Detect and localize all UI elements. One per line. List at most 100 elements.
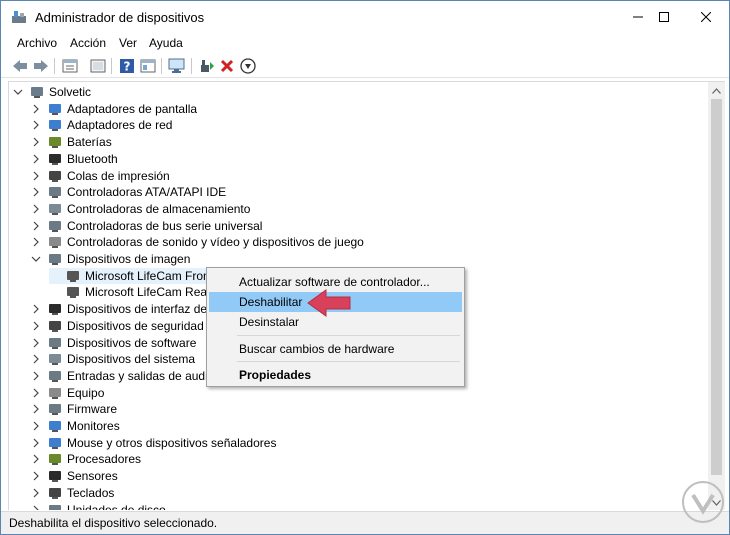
chevron-right-icon[interactable] bbox=[31, 438, 41, 448]
chevron-down-icon[interactable] bbox=[13, 87, 23, 97]
chevron-right-icon[interactable] bbox=[31, 204, 41, 214]
tree-node-category-after-6[interactable]: Firmware bbox=[31, 401, 117, 417]
menu-ayuda[interactable]: Ayuda bbox=[149, 36, 183, 50]
ctx-scan-hardware[interactable]: Buscar cambios de hardware bbox=[209, 339, 462, 359]
device-category-icon bbox=[49, 487, 61, 499]
tree-node-label: Controladoras de bus serie universal bbox=[67, 218, 263, 233]
tree-node-category-3[interactable]: Bluetooth bbox=[31, 151, 118, 167]
tree-node-category-after-1[interactable]: Dispositivos de seguridad bbox=[31, 318, 204, 334]
device-category-icon bbox=[49, 304, 61, 316]
chevron-right-icon[interactable] bbox=[31, 471, 41, 481]
tree-node-category-0[interactable]: Adaptadores de pantalla bbox=[31, 101, 197, 117]
device-category-icon bbox=[49, 387, 61, 399]
chevron-right-icon[interactable] bbox=[31, 154, 41, 164]
tree-node-child-0[interactable]: Microsoft LifeCam Front bbox=[49, 267, 214, 284]
scan-hardware-button[interactable] bbox=[168, 57, 186, 75]
ctx-separator bbox=[237, 335, 460, 336]
console-button[interactable] bbox=[89, 57, 107, 75]
chevron-right-icon[interactable] bbox=[31, 354, 41, 364]
tree-node-category-after-10[interactable]: Sensores bbox=[31, 468, 118, 484]
chevron-right-icon[interactable] bbox=[31, 388, 41, 398]
tree-node-category-after-4[interactable]: Entradas y salidas de audio bbox=[31, 368, 214, 384]
tree-node-category-6[interactable]: Controladoras de almacenamiento bbox=[31, 201, 250, 217]
download-icon bbox=[240, 58, 256, 74]
title-bar[interactable]: Administrador de dispositivos bbox=[1, 1, 729, 33]
device-category-icon bbox=[49, 220, 61, 232]
device-category-icon bbox=[31, 87, 43, 98]
tree-node-label: Unidades de disco bbox=[67, 502, 166, 511]
tree-node-category-after-0[interactable]: Dispositivos de interfaz de us bbox=[31, 301, 223, 317]
menu-accion[interactable]: Acción bbox=[70, 36, 106, 50]
chevron-right-icon[interactable] bbox=[31, 488, 41, 498]
tree-node-category-after-5[interactable]: Equipo bbox=[31, 385, 104, 401]
back-arrow-icon bbox=[13, 60, 27, 72]
device-category-icon bbox=[49, 203, 61, 215]
device-category-icon bbox=[49, 170, 61, 182]
maximize-button[interactable] bbox=[641, 1, 687, 33]
help-button[interactable]: ? bbox=[118, 57, 136, 75]
tree-node-category-after-12[interactable]: Unidades de disco bbox=[31, 502, 166, 511]
chevron-right-icon[interactable] bbox=[31, 338, 41, 348]
tree-node-category-after-9[interactable]: Procesadores bbox=[31, 451, 141, 467]
tree-node-category-after-2[interactable]: Dispositivos de software bbox=[31, 335, 196, 351]
tree-node-label: Procesadores bbox=[67, 452, 142, 467]
tree-node-label: Equipo bbox=[67, 385, 105, 400]
disable-device-button[interactable] bbox=[239, 57, 257, 75]
tree-node-child-1[interactable]: Microsoft LifeCam Rear bbox=[49, 284, 211, 300]
ctx-item-label: Deshabilitar bbox=[239, 295, 303, 309]
device-category-icon bbox=[49, 370, 61, 382]
view-button[interactable] bbox=[139, 57, 157, 75]
tree-node-category-2[interactable]: Baterías bbox=[31, 134, 112, 150]
chevron-right-icon[interactable] bbox=[31, 171, 41, 181]
close-button[interactable] bbox=[683, 1, 729, 33]
tree-node-category-after-8[interactable]: Mouse y otros dispositivos señaladores bbox=[31, 435, 276, 451]
back-button[interactable] bbox=[11, 57, 29, 75]
vertical-scrollbar[interactable] bbox=[708, 81, 725, 510]
menu-ver[interactable]: Ver bbox=[119, 36, 137, 50]
ctx-item-label: Desinstalar bbox=[239, 315, 300, 329]
chevron-right-icon[interactable] bbox=[31, 221, 41, 231]
menu-archivo[interactable]: Archivo bbox=[17, 36, 57, 50]
tree-node-category-after-11[interactable]: Teclados bbox=[31, 485, 114, 501]
chevron-right-icon[interactable] bbox=[31, 104, 41, 114]
chevron-right-icon[interactable] bbox=[31, 454, 41, 464]
tree-node-category-7[interactable]: Controladoras de bus serie universal bbox=[31, 218, 262, 234]
tree-node-category-after-7[interactable]: Monitores bbox=[31, 418, 120, 434]
tree-node-category-8[interactable]: Controladoras de sonido y vídeo y dispos… bbox=[31, 234, 364, 250]
tree-node-category-1[interactable]: Adaptadores de red bbox=[31, 117, 172, 133]
chevron-right-icon[interactable] bbox=[31, 237, 41, 247]
update-driver-button[interactable] bbox=[198, 57, 216, 75]
tree-node-label: Baterías bbox=[67, 135, 112, 150]
device-manager-app-icon bbox=[12, 11, 26, 23]
chevron-right-icon[interactable] bbox=[31, 421, 41, 431]
tree-node-label: Dispositivos de interfaz de us bbox=[67, 302, 224, 317]
chevron-down-icon[interactable] bbox=[31, 254, 41, 264]
tree-node-label: Controladoras de sonido y vídeo y dispos… bbox=[67, 235, 364, 250]
device-category-icon bbox=[49, 137, 61, 149]
chevron-right-icon[interactable] bbox=[31, 120, 41, 130]
properties-button[interactable] bbox=[61, 57, 79, 75]
chevron-right-icon[interactable] bbox=[31, 321, 41, 331]
ctx-properties[interactable]: Propiedades bbox=[209, 365, 462, 385]
ctx-item-label: Buscar cambios de hardware bbox=[239, 342, 395, 356]
device-category-icon bbox=[49, 187, 61, 199]
tree-node-category-5[interactable]: Controladoras ATA/ATAPI IDE bbox=[31, 184, 226, 200]
toolbar-separator bbox=[161, 58, 162, 74]
scrollbar-thumb[interactable] bbox=[711, 99, 722, 475]
ctx-item-label: Actualizar software de controlador... bbox=[239, 275, 430, 289]
chevron-right-icon[interactable] bbox=[31, 505, 41, 511]
scroll-up-button[interactable] bbox=[708, 82, 725, 99]
tree-node-category-9[interactable]: Dispositivos de imagen bbox=[31, 251, 190, 267]
chevron-right-icon[interactable] bbox=[31, 137, 41, 147]
close-icon bbox=[701, 12, 711, 22]
device-category-icon bbox=[49, 153, 61, 165]
tree-node-category-after-3[interactable]: Dispositivos del sistema bbox=[31, 351, 195, 367]
chevron-right-icon[interactable] bbox=[31, 404, 41, 414]
chevron-right-icon[interactable] bbox=[31, 187, 41, 197]
forward-button[interactable] bbox=[32, 57, 50, 75]
chevron-right-icon[interactable] bbox=[31, 304, 41, 314]
chevron-right-icon[interactable] bbox=[31, 371, 41, 381]
tree-node-root[interactable]: Solvetic bbox=[13, 84, 91, 100]
tree-node-category-4[interactable]: Colas de impresión bbox=[31, 168, 170, 184]
uninstall-button[interactable] bbox=[218, 57, 236, 75]
